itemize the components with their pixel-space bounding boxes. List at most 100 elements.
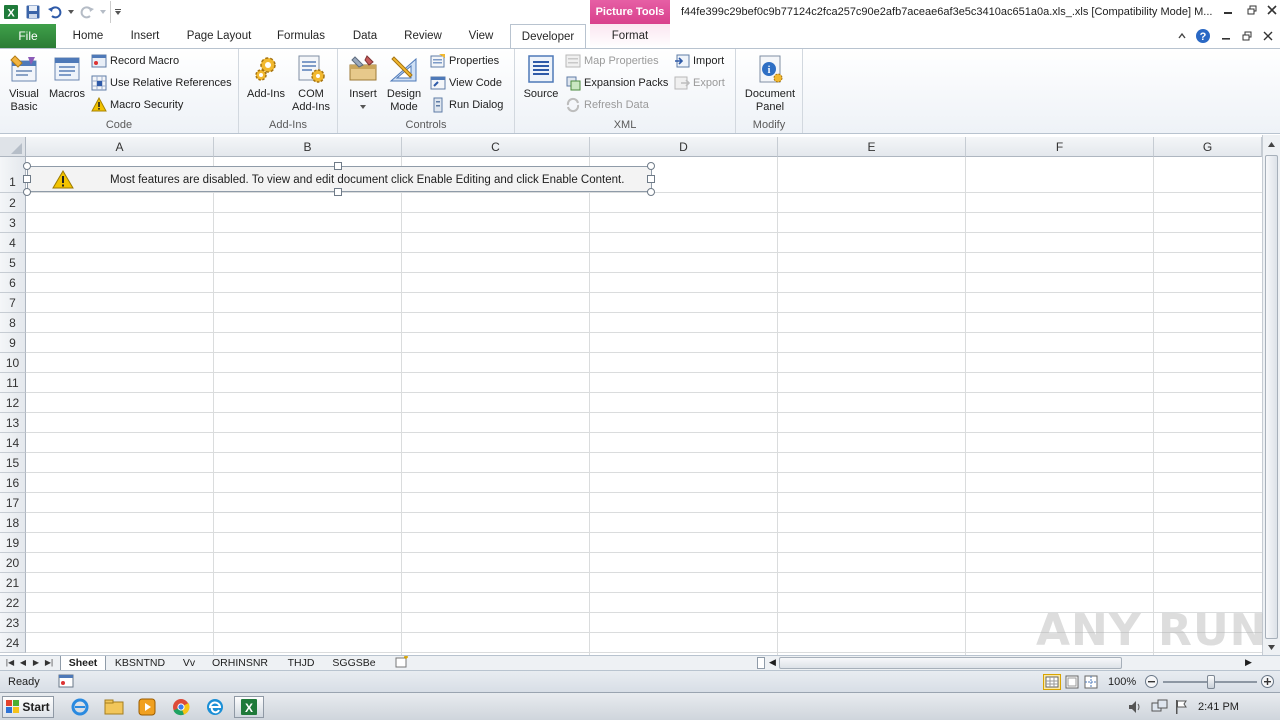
resize-handle-bottom[interactable] [334, 188, 342, 196]
save-icon[interactable] [22, 1, 44, 23]
design-mode-button[interactable]: Design Mode [384, 53, 424, 114]
first-sheet-icon[interactable]: |◀ [4, 657, 16, 669]
tab-split-handle[interactable] [757, 657, 765, 669]
tab-view[interactable]: View [458, 24, 504, 48]
row-header-8[interactable]: 8 [0, 313, 26, 333]
media-player-icon[interactable] [135, 696, 159, 718]
row-header-23[interactable]: 23 [0, 613, 26, 633]
add-ins-button[interactable]: Add-Ins [244, 53, 288, 101]
sheet-tab-vv[interactable]: Vv [176, 656, 202, 671]
resize-handle-bottom-left[interactable] [23, 188, 31, 196]
taskbar-clock[interactable]: 2:41 PM [1198, 693, 1239, 720]
row-header-19[interactable]: 19 [0, 533, 26, 553]
chrome-icon[interactable] [169, 696, 193, 718]
row-header-20[interactable]: 20 [0, 553, 26, 573]
macro-recording-icon[interactable] [58, 674, 74, 692]
worksheet-grid[interactable]: ABCDEFG 1 2 3 4 5 6 7 8 9 10 11 12 13 14 15 16 17 18 19 20 2… [0, 135, 1262, 655]
undo-icon[interactable] [44, 1, 66, 23]
close-icon[interactable] [1262, 0, 1280, 20]
resize-handle-top-left[interactable] [23, 162, 31, 170]
network-icon[interactable] [1151, 699, 1169, 718]
properties-button[interactable]: Properties [430, 51, 499, 71]
resize-handle-bottom-right[interactable] [647, 188, 655, 196]
row-header-3[interactable]: 3 [0, 213, 26, 233]
row-header-18[interactable]: 18 [0, 513, 26, 533]
help-icon[interactable]: ? [1193, 26, 1213, 46]
run-dialog-button[interactable]: Run Dialog [430, 95, 503, 115]
page-break-preview-icon[interactable] [1083, 675, 1099, 692]
scroll-left-icon[interactable]: ◀ [769, 657, 776, 668]
row-header-7[interactable]: 7 [0, 293, 26, 313]
tab-page-layout[interactable]: Page Layout [178, 24, 260, 48]
workbook-restore-icon[interactable] [1237, 26, 1257, 46]
excel-app-icon[interactable]: X [0, 1, 22, 23]
document-panel-button[interactable]: i Document Panel [740, 53, 800, 114]
resize-handle-top-right[interactable] [647, 162, 655, 170]
horizontal-scrollbar[interactable]: ◀ ▶ [769, 657, 1255, 670]
minimize-icon[interactable] [1218, 0, 1238, 20]
row-header-21[interactable]: 21 [0, 573, 26, 593]
row-header-5[interactable]: 5 [0, 253, 26, 273]
row-header-17[interactable]: 17 [0, 493, 26, 513]
row-header-14[interactable]: 14 [0, 433, 26, 453]
column-header-g[interactable]: G [1154, 137, 1262, 157]
tab-insert[interactable]: Insert [120, 24, 170, 48]
prev-sheet-icon[interactable]: ◀ [17, 657, 29, 669]
macros-button[interactable]: Macros [46, 53, 88, 101]
start-button[interactable]: Start [2, 696, 54, 718]
import-button[interactable]: Import [674, 51, 724, 71]
last-sheet-icon[interactable]: ▶| [43, 657, 55, 669]
row-header-9[interactable]: 9 [0, 333, 26, 353]
row-header-13[interactable]: 13 [0, 413, 26, 433]
edge-icon[interactable] [203, 696, 227, 718]
vertical-scroll-thumb[interactable] [1265, 155, 1278, 639]
com-add-ins-button[interactable]: COM Add-Ins [289, 53, 333, 114]
file-explorer-icon[interactable] [102, 696, 126, 718]
excel-taskbar-button[interactable]: X [234, 696, 264, 718]
sheet-tab-kbsntnd[interactable]: KBSNTND [110, 656, 170, 671]
next-sheet-icon[interactable]: ▶ [30, 657, 42, 669]
column-header-e[interactable]: E [778, 137, 966, 157]
horizontal-scroll-thumb[interactable] [779, 657, 1122, 669]
column-header-d[interactable]: D [590, 137, 778, 157]
workbook-minimize-icon[interactable] [1216, 26, 1236, 46]
row-header-11[interactable]: 11 [0, 373, 26, 393]
insert-sheet-icon[interactable] [392, 655, 412, 671]
resize-handle-top[interactable] [334, 162, 342, 170]
row-header-24[interactable]: 24 [0, 633, 26, 653]
workbook-close-icon[interactable] [1258, 26, 1278, 46]
tab-review[interactable]: Review [396, 24, 450, 48]
zoom-slider-thumb[interactable] [1207, 675, 1215, 689]
insert-controls-button[interactable]: Insert [344, 53, 382, 114]
sheet-tab-thjd[interactable]: THJD [280, 656, 322, 671]
macro-security-button[interactable]: Macro Security [91, 95, 183, 115]
column-header-b[interactable]: B [214, 137, 402, 157]
row-header-10[interactable]: 10 [0, 353, 26, 373]
row-header-15[interactable]: 15 [0, 453, 26, 473]
view-code-button[interactable]: View Code [430, 73, 502, 93]
scroll-right-icon[interactable]: ▶ [1245, 657, 1252, 668]
internet-explorer-icon[interactable] [68, 696, 92, 718]
sheet-tab-sheet[interactable]: Sheet [60, 656, 106, 671]
tab-home[interactable]: Home [62, 24, 114, 48]
action-center-flag-icon[interactable] [1174, 699, 1188, 718]
record-macro-button[interactable]: Record Macro [91, 51, 179, 71]
tab-format[interactable]: Format [590, 24, 670, 48]
sheet-tab-sggsbe[interactable]: SGGSBe [328, 656, 380, 671]
zoom-out-icon[interactable] [1144, 674, 1159, 692]
tab-formulas[interactable]: Formulas [268, 24, 334, 48]
vertical-scrollbar[interactable] [1262, 135, 1280, 655]
zoom-in-icon[interactable] [1260, 674, 1275, 692]
expansion-packs-button[interactable]: Expansion Packs [565, 73, 668, 93]
row-header-2[interactable]: 2 [0, 193, 26, 213]
scroll-up-icon[interactable] [1267, 139, 1276, 151]
sheet-tab-orhinsnr[interactable]: ORHINSNR [208, 656, 272, 671]
row-header-12[interactable]: 12 [0, 393, 26, 413]
resize-handle-left[interactable] [23, 175, 31, 183]
restore-icon[interactable] [1242, 0, 1262, 20]
visual-basic-button[interactable]: Visual Basic [4, 53, 44, 114]
row-header-4[interactable]: 4 [0, 233, 26, 253]
undo-dropdown-icon[interactable] [66, 1, 76, 23]
volume-icon[interactable] [1127, 699, 1143, 718]
column-header-a[interactable]: A [26, 137, 214, 157]
